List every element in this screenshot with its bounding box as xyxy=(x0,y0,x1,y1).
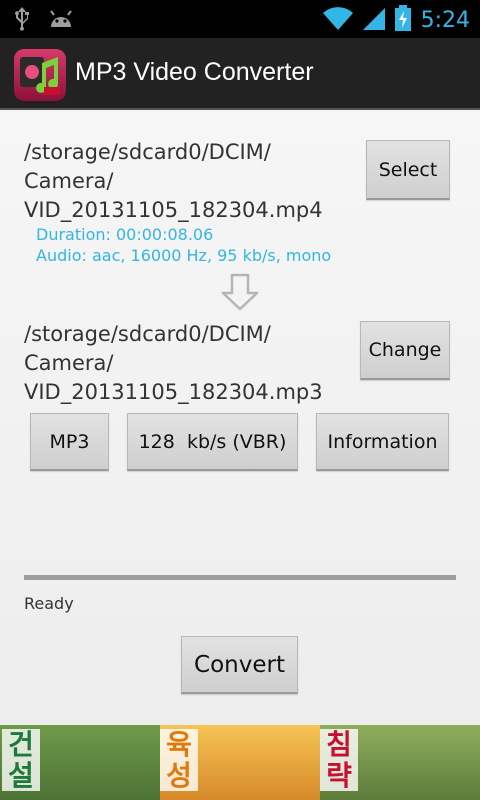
android-icon xyxy=(48,9,74,34)
source-meta: Duration: 00:00:08.06 Audio: aac, 16000 … xyxy=(36,224,331,266)
bitrate-button[interactable]: 128 kb/s (VBR) xyxy=(127,413,298,471)
ad-word: 침략 xyxy=(320,729,358,791)
down-arrow-icon xyxy=(220,273,260,316)
output-path-line: /storage/sdcard0/DCIM/ xyxy=(24,322,271,346)
ad-word: 건설 xyxy=(2,729,40,791)
signal-icon xyxy=(362,6,385,35)
source-path-line: Camera/ xyxy=(24,169,114,193)
change-button[interactable]: Change xyxy=(360,321,450,380)
ad-word: 육성 xyxy=(160,729,198,791)
progress-bar xyxy=(24,575,456,580)
information-button[interactable]: Information xyxy=(316,413,449,471)
output-path-line: VID_20131105_182304.mp3 xyxy=(24,380,323,404)
output-path: /storage/sdcard0/DCIM/ Camera/ VID_20131… xyxy=(24,320,344,407)
format-button[interactable]: MP3 xyxy=(30,413,109,471)
audio-info-text: Audio: aac, 16000 Hz, 95 kb/s, mono xyxy=(36,246,332,265)
output-path-line: Camera/ xyxy=(24,351,114,375)
wifi-icon xyxy=(322,6,353,35)
app-logo-icon xyxy=(14,49,66,101)
status-bar: 5:24 xyxy=(0,0,480,38)
status-text: Ready xyxy=(24,594,74,613)
source-path: /storage/sdcard0/DCIM/ Camera/ VID_20131… xyxy=(24,138,344,225)
app-title: MP3 Video Converter xyxy=(75,58,314,86)
duration-text: Duration: 00:00:08.06 xyxy=(36,225,214,244)
select-button[interactable]: Select xyxy=(366,140,450,200)
convert-button[interactable]: Convert xyxy=(181,636,298,694)
usb-icon xyxy=(14,7,30,36)
ad-banner[interactable]: 건설 육성 침략 xyxy=(0,725,480,800)
source-path-line: VID_20131105_182304.mp4 xyxy=(24,198,323,222)
clock: 5:24 xyxy=(420,8,470,33)
battery-charging-icon xyxy=(394,5,411,36)
main-content: /storage/sdcard0/DCIM/ Camera/ VID_20131… xyxy=(0,110,480,725)
action-bar: MP3 Video Converter xyxy=(0,38,480,110)
source-path-line: /storage/sdcard0/DCIM/ xyxy=(24,140,271,164)
